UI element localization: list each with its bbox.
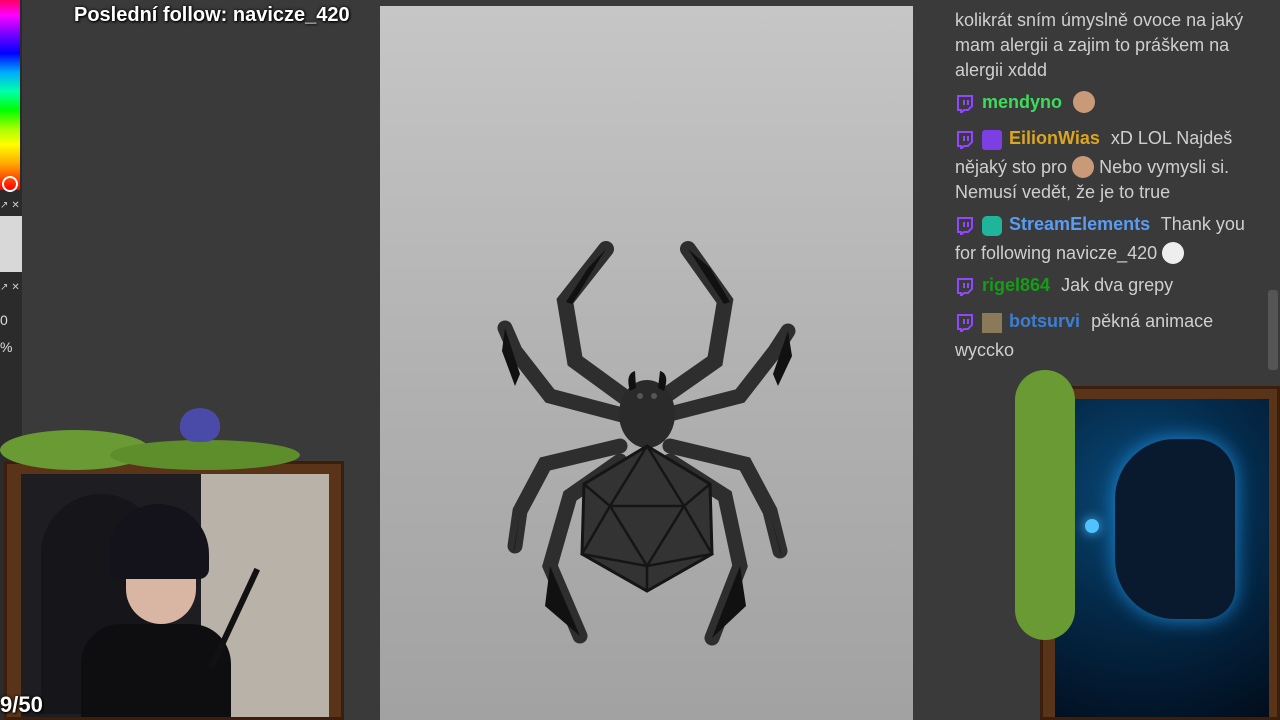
chat-username[interactable]: mendyno [982,92,1062,112]
chat-message: botsurvi pěkná animace wyccko [955,309,1267,363]
twitch-badge-icon [955,216,975,236]
ghost-emote-icon [1162,242,1185,264]
horse-artwork [1055,399,1269,717]
chat-message: StreamElements Thank you for following n… [955,212,1267,266]
pin-icon[interactable]: ↗ [0,200,8,211]
hue-selector-ring[interactable] [2,176,18,192]
artwork-frame [1040,386,1280,720]
twitch-badge-icon [955,313,975,333]
chat-text: kolikrát sním úmyslně ovoce na jaký mam … [955,10,1244,80]
drawing-canvas[interactable] [380,6,913,720]
chat-username[interactable]: EilionWias [1009,128,1100,148]
butterfly-glow [1085,519,1099,533]
chat-message: EilionWias xD LOL Najdeš nějaký sto pro … [955,126,1267,205]
twitch-badge-icon [955,94,975,114]
leaf-decoration [110,440,300,470]
leaf-decoration [1015,370,1075,640]
sub-badge-icon [982,130,1003,150]
goal-counter: 9/50 [0,692,43,717]
chat-text: Jak dva grepy [1061,275,1174,295]
last-follow-label: Poslední follow: navicze_420 [74,4,350,26]
horse-figure [1115,439,1235,619]
close-icon[interactable]: ✕ [11,282,19,293]
panel-controls: ↗ ✕ [0,198,22,212]
chat-username[interactable]: botsurvi [1009,311,1080,331]
close-icon[interactable]: ✕ [11,200,19,211]
chat-scrollbar[interactable] [1268,290,1278,370]
pin-icon[interactable]: ↗ [0,282,8,293]
pickaxe-badge-icon [982,313,1003,333]
percent-label: % [0,339,13,355]
twitch-badge-icon [955,277,975,297]
face-emote-icon [1072,156,1095,178]
chat-message: rigel864 Jak dva grepy [955,273,1267,302]
chat-username[interactable]: StreamElements [1009,214,1150,234]
webcam-frame [4,461,344,720]
chat-message-header: jeannettekucerovaa [955,0,1267,2]
spider-drawing [497,241,796,646]
chat-panel: jeannettekucerovaa kolikrát sním úmyslně… [955,0,1267,370]
webcam-body [81,624,231,717]
chat-username[interactable]: rigel864 [982,275,1050,295]
webcam-feed [21,474,329,717]
chat-message: mendyno [955,90,1267,119]
panel-controls-2: ↗ ✕ [0,280,22,294]
bot-badge-icon [982,216,1003,236]
brush-preview[interactable] [0,216,22,272]
hue-slider[interactable] [0,0,20,190]
bird-sprite [180,408,220,442]
face-emote-icon [1073,91,1096,113]
value-field[interactable]: 0 [0,312,8,328]
chat-message: jeannettekucerovaa kolikrát sním úmyslně… [955,0,1267,83]
twitch-badge-icon [955,130,975,150]
